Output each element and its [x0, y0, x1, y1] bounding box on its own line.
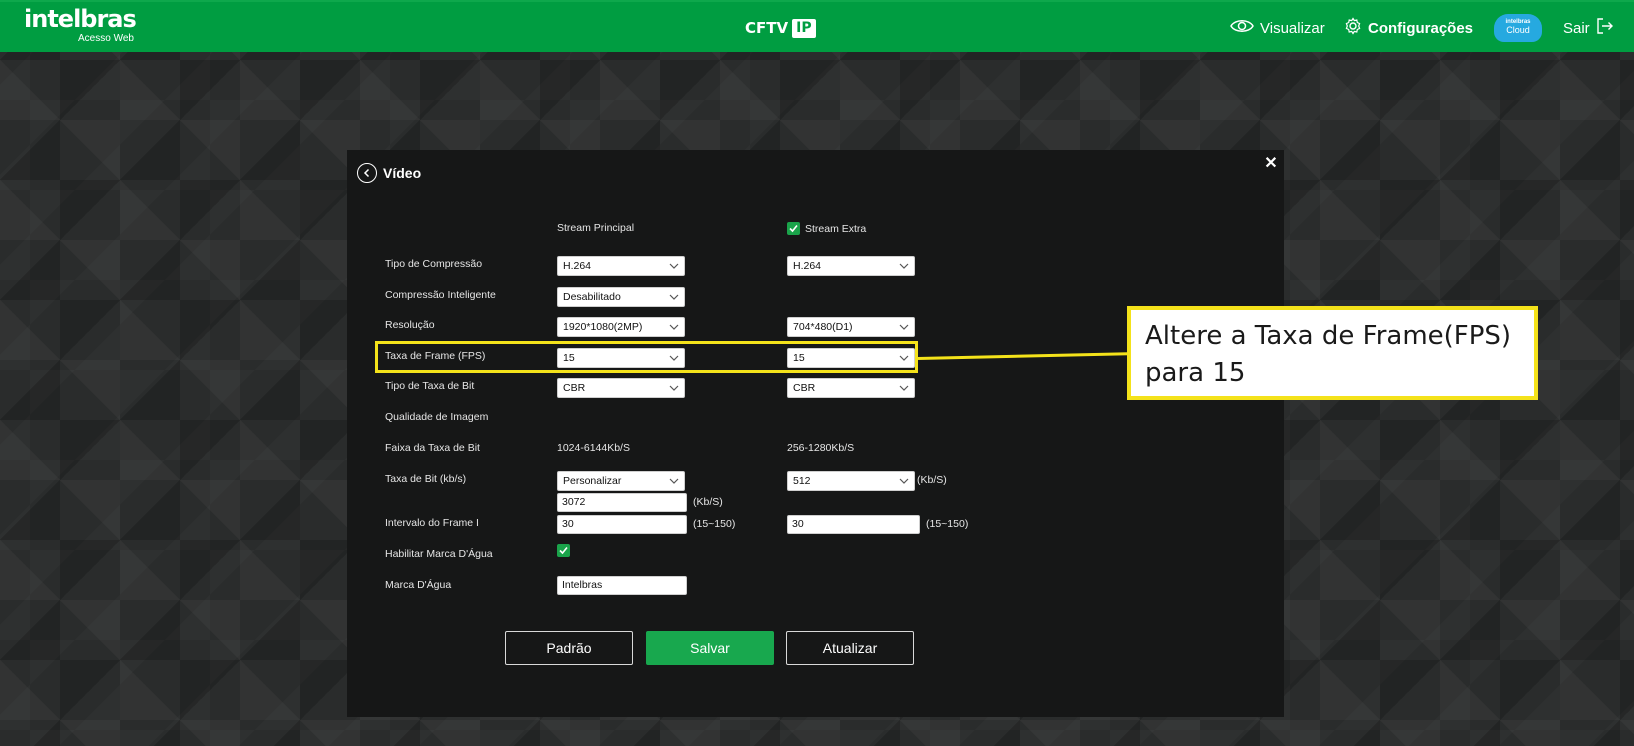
- chevron-down-icon: [899, 263, 909, 269]
- stream-extra-checkbox[interactable]: [787, 222, 800, 235]
- extra-tipo-bit-select[interactable]: CBR: [787, 378, 915, 398]
- main-compressao-inteligente-select[interactable]: Desabilitado: [557, 287, 685, 307]
- nav-visualizar-label: Visualizar: [1260, 19, 1325, 37]
- modal-title: Vídeo: [383, 165, 422, 181]
- nav-configuracoes[interactable]: Configurações: [1344, 16, 1473, 40]
- callout-line-2: para 15: [1145, 358, 1246, 388]
- callout-line-1: Altere a Taxa de Frame(FPS): [1145, 321, 1512, 351]
- nav-visualizar[interactable]: Visualizar: [1230, 16, 1325, 40]
- nav-sair-label: Sair: [1563, 19, 1590, 37]
- gear-icon: [1344, 17, 1362, 39]
- main-resolucao-value: 1920*1080(2MP): [563, 321, 643, 333]
- padrao-button[interactable]: Padrão: [505, 631, 633, 665]
- extra-taxa-bit-value: 512: [793, 475, 811, 487]
- chevron-down-icon: [899, 385, 909, 391]
- chevron-down-icon: [669, 263, 679, 269]
- chevron-down-icon: [669, 478, 679, 484]
- extra-compressao-value: H.264: [793, 260, 822, 272]
- atualizar-button[interactable]: Atualizar: [786, 631, 914, 665]
- brand-badge: IP: [792, 18, 816, 38]
- brand-text: CFTV: [745, 19, 789, 37]
- chevron-down-icon: [669, 324, 679, 330]
- main-compressao-value: H.264: [563, 260, 592, 272]
- main-tipo-bit-value: CBR: [563, 382, 586, 394]
- main-intervalo-input[interactable]: 30: [557, 515, 687, 534]
- cftv-ip-brand: CFTV IP: [745, 17, 816, 39]
- top-bar: intelbras Acesso Web CFTV IP Visualizar …: [0, 0, 1634, 52]
- main-taxa-bit-value: Personalizar: [563, 475, 622, 487]
- label-habilitar-marca: Habilitar Marca D'Água: [385, 548, 493, 560]
- label-tipo-taxa-bit: Tipo de Taxa de Bit: [385, 380, 475, 392]
- video-settings-modal: Vídeo ✕ Stream Principal Stream Extra Ti…: [347, 150, 1284, 717]
- stream-extra-header: Stream Extra: [787, 222, 866, 235]
- extra-resolucao-value: 704*480(D1): [793, 321, 853, 333]
- extra-compressao-select[interactable]: H.264: [787, 256, 915, 276]
- logo-subtitle: Acesso Web: [78, 33, 134, 44]
- extra-intervalo-range: (15~150): [926, 518, 969, 530]
- instruction-callout: Altere a Taxa de Frame(FPS) para 15: [1127, 306, 1538, 400]
- eye-icon: [1230, 18, 1254, 38]
- extra-resolucao-select[interactable]: 704*480(D1): [787, 317, 915, 337]
- fps-row-highlight: [375, 341, 918, 373]
- extra-tipo-bit-value: CBR: [793, 382, 816, 394]
- label-compressao-inteligente: Compressão Inteligente: [385, 289, 496, 301]
- main-compressao-inteligente-value: Desabilitado: [563, 291, 621, 303]
- cloud-label: Cloud: [1506, 25, 1530, 35]
- logout-icon: [1596, 17, 1614, 39]
- chevron-down-icon: [669, 385, 679, 391]
- label-qualidade: Qualidade de Imagem: [385, 411, 489, 423]
- main-tipo-bit-select[interactable]: CBR: [557, 378, 685, 398]
- extra-faixa-value: 256-1280Kb/S: [787, 442, 855, 454]
- intelbras-logo: intelbras: [24, 5, 137, 33]
- extra-taxa-bit-select[interactable]: 512: [787, 471, 915, 491]
- label-intervalo-frame: Intervalo do Frame I: [385, 517, 479, 529]
- extra-intervalo-input[interactable]: 30: [787, 515, 920, 534]
- main-taxa-bit-select[interactable]: Personalizar: [557, 471, 685, 491]
- chevron-down-icon: [669, 294, 679, 300]
- habilitar-marca-checkbox[interactable]: [557, 544, 570, 557]
- back-icon[interactable]: [357, 163, 377, 183]
- stream-extra-label: Stream Extra: [805, 222, 867, 235]
- intelbras-cloud-button[interactable]: intelbras Cloud: [1494, 14, 1542, 42]
- chevron-down-icon: [899, 324, 909, 330]
- main-taxa-bit-unit: (Kb/S): [693, 496, 723, 508]
- nav-configuracoes-label: Configurações: [1368, 19, 1474, 37]
- main-intervalo-range: (15~150): [693, 518, 736, 530]
- label-resolucao: Resolução: [385, 319, 435, 331]
- main-compressao-select[interactable]: H.264: [557, 256, 685, 276]
- nav-sair[interactable]: Sair: [1563, 16, 1614, 40]
- label-taxa-bit: Taxa de Bit (kb/s): [385, 473, 467, 485]
- marca-input[interactable]: Intelbras: [557, 576, 687, 595]
- main-faixa-value: 1024-6144Kb/S: [557, 442, 630, 454]
- close-icon[interactable]: ✕: [1263, 156, 1279, 172]
- modal-header: Vídeo: [357, 162, 421, 184]
- main-resolucao-select[interactable]: 1920*1080(2MP): [557, 317, 685, 337]
- main-taxa-bit-custom-input[interactable]: 3072: [557, 493, 687, 512]
- label-compressao: Tipo de Compressão: [385, 258, 483, 270]
- label-faixa-taxa-bit: Faixa da Taxa de Bit: [385, 442, 480, 454]
- stream-principal-header: Stream Principal: [557, 222, 635, 234]
- cloud-logo-text: intelbras: [1505, 19, 1531, 25]
- label-marca: Marca D'Água: [385, 579, 452, 591]
- extra-taxa-bit-unit: (Kb/S): [917, 474, 947, 486]
- salvar-button[interactable]: Salvar: [646, 631, 774, 665]
- chevron-down-icon: [899, 478, 909, 484]
